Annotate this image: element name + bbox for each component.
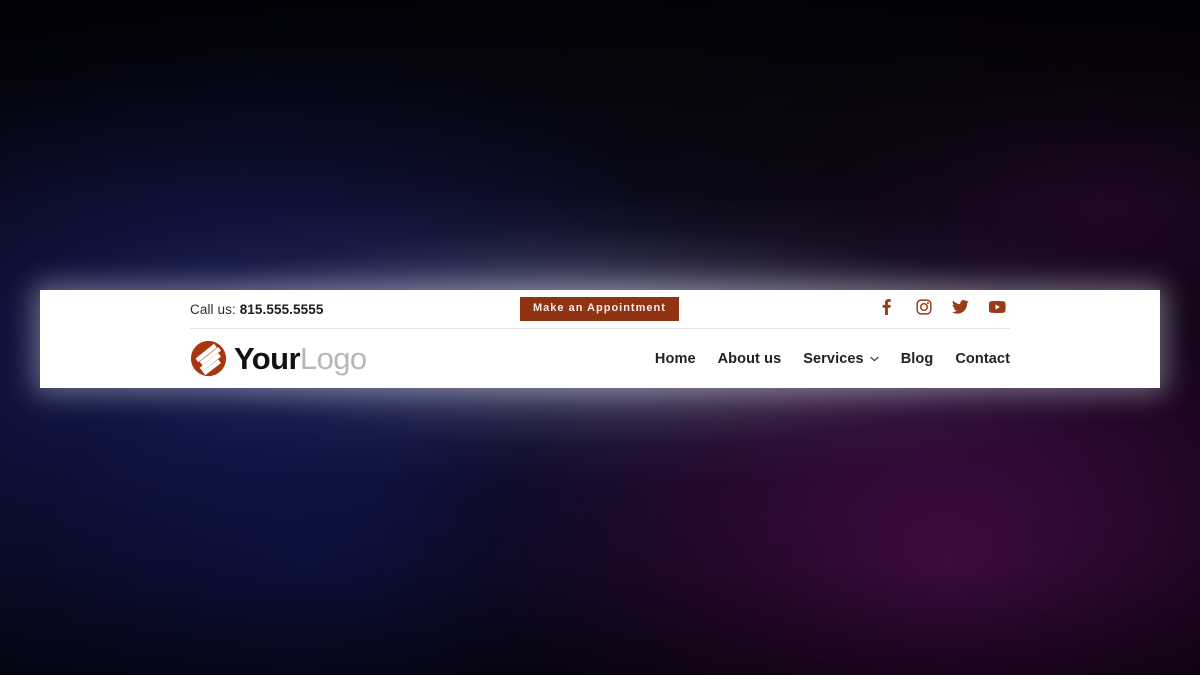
call-us-block: Call us: 815.555.5555 [190,302,323,317]
facebook-icon[interactable] [878,298,895,315]
nav-label-blog: Blog [900,350,934,367]
utility-bar: Call us: 815.555.5555 Make an Appointmen… [190,290,1010,328]
nav-item-blog[interactable]: Blog [901,351,934,367]
brand-name-light: Logo [299,341,367,376]
nav-label-contact: Contact [955,350,1010,367]
chevron-down-icon [870,356,879,361]
nav-item-contact[interactable]: Contact [955,351,1010,367]
call-us-label: Call us: [190,301,236,317]
instagram-icon[interactable] [915,298,932,315]
brand-name-bold: Your [234,341,301,376]
youtube-icon[interactable] [989,298,1006,315]
phone-number[interactable]: 815.555.5555 [240,302,324,317]
brand-logo[interactable]: YourLogo [190,340,367,377]
header-content-container: Call us: 815.555.5555 Make an Appointmen… [190,290,1010,388]
twitter-icon[interactable] [952,298,969,315]
make-an-appointment-button[interactable]: Make an Appointment [520,297,679,321]
nav-label-services: Services [803,350,864,367]
page-canvas: Call us: 815.555.5555 Make an Appointmen… [0,0,1200,675]
main-navigation: Home About us Services Blog Contact [655,351,1010,367]
nav-item-services[interactable]: Services [803,350,879,367]
social-links [878,298,1006,315]
nav-label-home: Home [654,350,696,367]
site-header-card: Call us: 815.555.5555 Make an Appointmen… [40,290,1160,388]
logo-mark-icon [190,340,227,377]
nav-label-about-us: About us [717,350,782,367]
nav-item-about-us[interactable]: About us [718,351,782,367]
brand-wordmark: YourLogo [234,343,367,374]
navigation-row: YourLogo Home About us Services Blog Con… [190,329,1010,388]
nav-item-home[interactable]: Home [655,351,696,367]
